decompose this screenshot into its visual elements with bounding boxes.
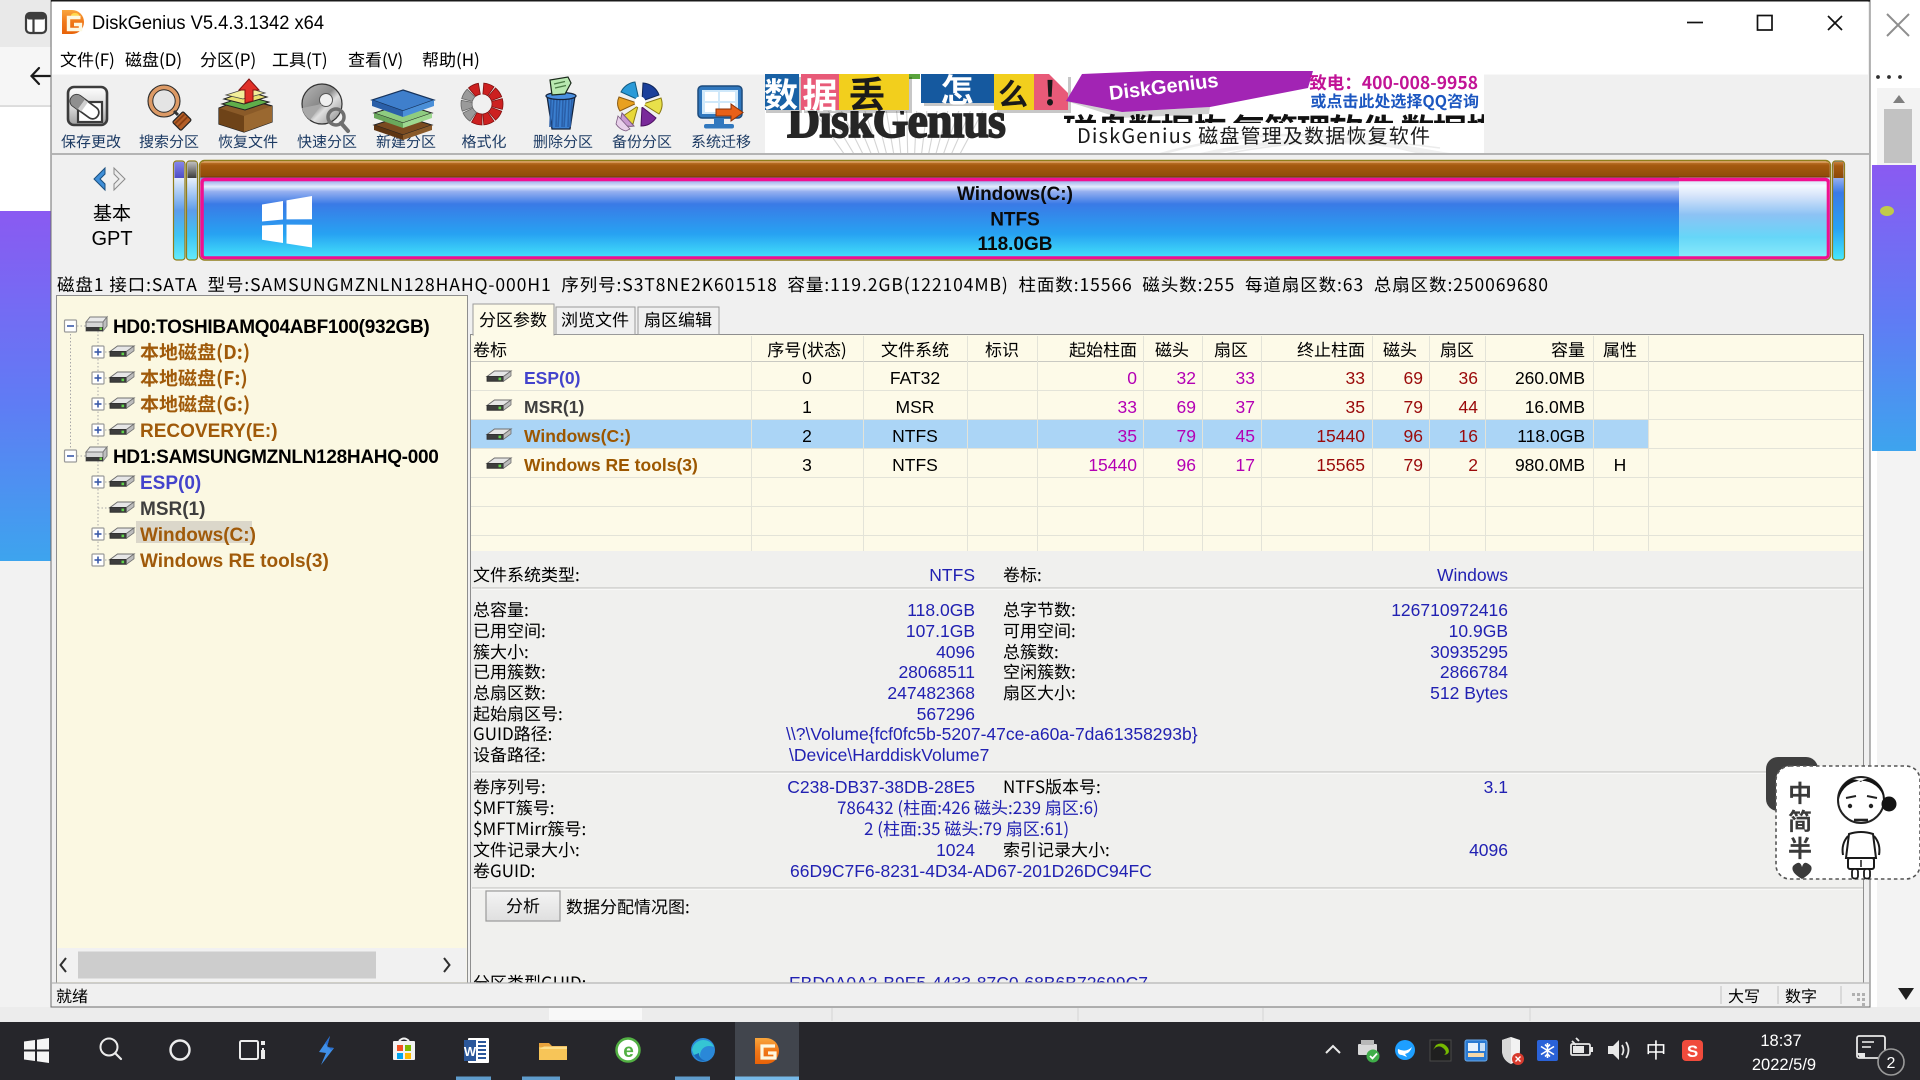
svg-text:ESP(0): ESP(0) xyxy=(524,368,580,388)
svg-text:FAT32: FAT32 xyxy=(890,368,940,388)
svg-text:Windows: Windows xyxy=(1437,565,1508,585)
svg-text:NTFS: NTFS xyxy=(892,426,938,446)
svg-text:MSR(1): MSR(1) xyxy=(140,499,205,520)
svg-text:NTFS: NTFS xyxy=(990,210,1040,231)
svg-text:35: 35 xyxy=(1346,397,1365,417)
svg-text:Windows(C:): Windows(C:) xyxy=(524,426,631,446)
svg-text:2: 2 xyxy=(802,426,812,446)
svg-text:DiskGenius V5.4.3.1342 x64: DiskGenius V5.4.3.1342 x64 xyxy=(92,12,324,34)
svg-text:H: H xyxy=(1614,455,1627,475)
svg-text:1024: 1024 xyxy=(936,840,975,860)
svg-text:66D9C7F6-8231-4D34-AD67-201D26: 66D9C7F6-8231-4D34-AD67-201D26DC94FC xyxy=(790,861,1152,881)
svg-text:Windows(C:): Windows(C:) xyxy=(957,184,1073,205)
svg-text:MSR: MSR xyxy=(896,397,935,417)
svg-text:69: 69 xyxy=(1177,397,1196,417)
svg-text:96: 96 xyxy=(1404,426,1423,446)
svg-text:4096: 4096 xyxy=(936,642,975,662)
svg-text:44: 44 xyxy=(1459,397,1479,417)
svg-text:0: 0 xyxy=(802,368,812,388)
svg-text:NTFS: NTFS xyxy=(892,455,938,475)
svg-text:NTFS: NTFS xyxy=(929,565,975,585)
svg-text:ESP(0): ESP(0) xyxy=(140,473,201,494)
svg-text:69: 69 xyxy=(1404,368,1423,388)
svg-text:2: 2 xyxy=(1468,455,1478,475)
svg-text:118.0GB: 118.0GB xyxy=(1517,426,1585,446)
svg-text:567296: 567296 xyxy=(917,704,975,724)
svg-text:3.1: 3.1 xyxy=(1484,777,1508,797)
svg-text:HD1:SAMSUNGMZNLN128HAHQ-000: HD1:SAMSUNGMZNLN128HAHQ-000 xyxy=(113,447,439,468)
svg-text:96: 96 xyxy=(1177,455,1196,475)
svg-text:79: 79 xyxy=(1177,426,1196,446)
svg-text:15440: 15440 xyxy=(1316,426,1365,446)
svg-text:33: 33 xyxy=(1236,368,1255,388)
svg-text:980.0MB: 980.0MB xyxy=(1515,455,1585,475)
svg-text:S: S xyxy=(1687,1042,1698,1061)
svg-text:C238-DB37-38DB-28E5: C238-DB37-38DB-28E5 xyxy=(787,777,975,797)
svg-text:33: 33 xyxy=(1118,397,1137,417)
svg-text:18:37: 18:37 xyxy=(1760,1032,1801,1050)
svg-text:0: 0 xyxy=(1127,368,1137,388)
svg-text:10.9GB: 10.9GB xyxy=(1449,621,1508,641)
svg-text:Windows(C:): Windows(C:) xyxy=(140,525,256,546)
svg-text:107.1GB: 107.1GB xyxy=(906,621,975,641)
svg-text:2: 2 xyxy=(1887,1055,1896,1072)
svg-text:79: 79 xyxy=(1404,455,1423,475)
svg-text:Windows RE tools(3): Windows RE tools(3) xyxy=(524,455,698,475)
svg-text:118.0GB: 118.0GB xyxy=(978,234,1053,255)
svg-text:2022/5/9: 2022/5/9 xyxy=(1752,1056,1816,1074)
svg-text:2866784: 2866784 xyxy=(1440,662,1508,682)
svg-text:Windows RE tools(3): Windows RE tools(3) xyxy=(140,551,329,572)
svg-text:16.0MB: 16.0MB xyxy=(1525,397,1585,417)
svg-text:36: 36 xyxy=(1459,368,1478,388)
svg-text:33: 33 xyxy=(1346,368,1365,388)
svg-text:3: 3 xyxy=(802,455,812,475)
svg-text:17: 17 xyxy=(1236,455,1255,475)
svg-text:15565: 15565 xyxy=(1316,455,1365,475)
svg-text:16: 16 xyxy=(1459,426,1478,446)
svg-text:35: 35 xyxy=(1118,426,1137,446)
svg-text:79: 79 xyxy=(1404,397,1423,417)
svg-text:RECOVERY(E:): RECOVERY(E:) xyxy=(140,421,278,442)
svg-text:247482368: 247482368 xyxy=(887,683,975,703)
svg-text:1: 1 xyxy=(802,397,812,417)
svg-text:118.0GB: 118.0GB xyxy=(907,600,975,620)
svg-text:e: e xyxy=(623,1041,634,1062)
svg-text:30935295: 30935295 xyxy=(1430,642,1508,662)
svg-text:HD0:TOSHIBAMQ04ABF100(932GB): HD0:TOSHIBAMQ04ABF100(932GB) xyxy=(113,317,429,338)
svg-text:28068511: 28068511 xyxy=(898,662,975,682)
svg-text:\\?\Volume{fcf0fc5b-5207-47ce-: \\?\Volume{fcf0fc5b-5207-47ce-a60a-7da61… xyxy=(786,724,1198,744)
svg-text:45: 45 xyxy=(1236,426,1255,446)
svg-text:260.0MB: 260.0MB xyxy=(1515,368,1585,388)
svg-text:512 Bytes: 512 Bytes xyxy=(1430,683,1508,703)
svg-text:W: W xyxy=(464,1044,477,1059)
svg-text:15440: 15440 xyxy=(1088,455,1137,475)
svg-text:MSR(1): MSR(1) xyxy=(524,397,584,417)
svg-text:126710972416: 126710972416 xyxy=(1391,600,1508,620)
svg-text:\Device\HarddiskVolume7: \Device\HarddiskVolume7 xyxy=(789,745,989,765)
svg-text:32: 32 xyxy=(1177,368,1196,388)
svg-text:4096: 4096 xyxy=(1469,840,1508,860)
svg-text:37: 37 xyxy=(1236,397,1255,417)
svg-text:GPT: GPT xyxy=(91,228,132,250)
